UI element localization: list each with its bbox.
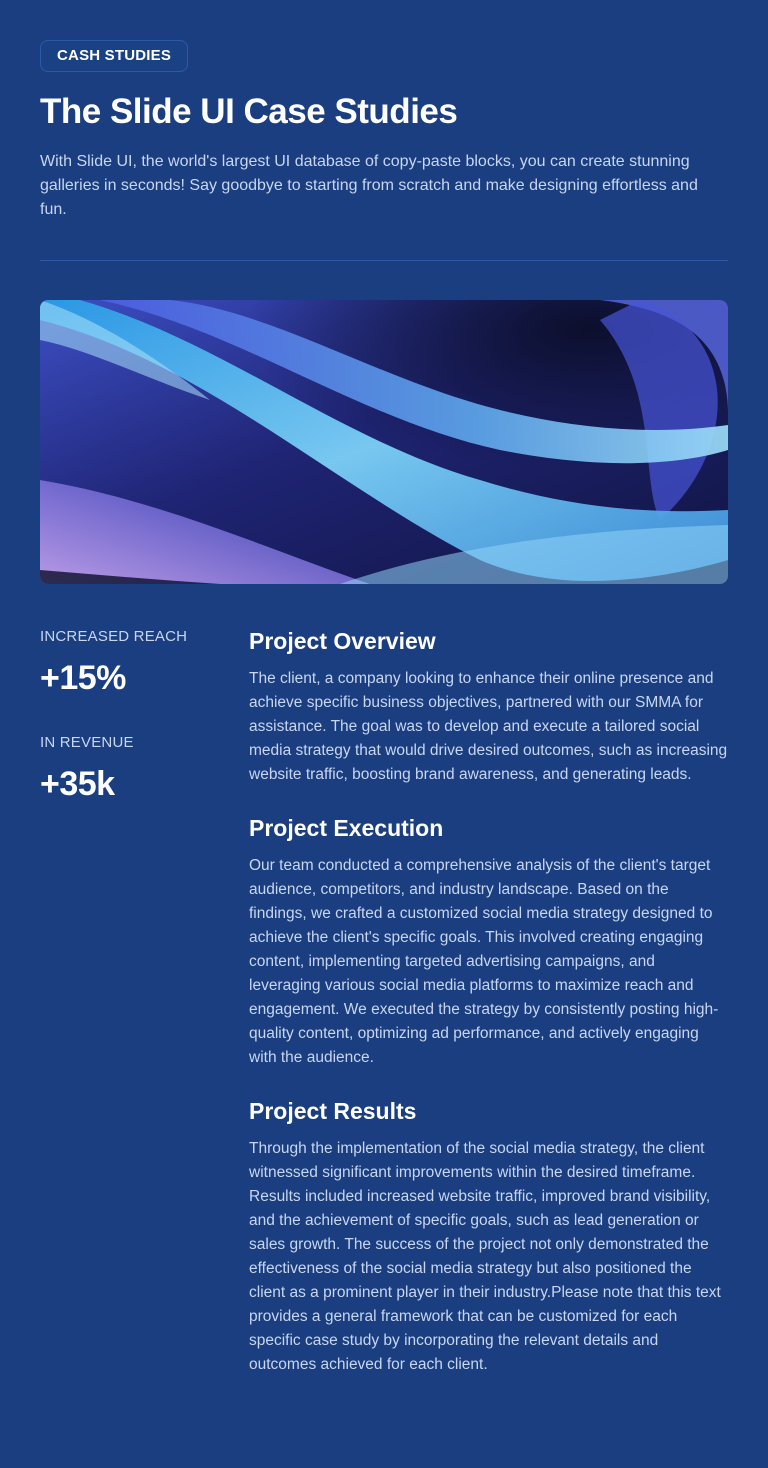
section-execution: Project Execution Our team conducted a c…	[249, 813, 728, 1070]
section-overview: Project Overview The client, a company l…	[249, 626, 728, 787]
section-title: Project Overview	[249, 628, 436, 654]
stat-revenue: IN REVENUE +35k	[40, 732, 249, 804]
section-body: Through the implementation of the social…	[249, 1140, 721, 1373]
page-title: The Slide UI Case Studies	[40, 92, 458, 131]
article-column: Project Overview The client, a company l…	[249, 626, 728, 1377]
section-body: Our team conducted a comprehensive analy…	[249, 857, 719, 1066]
stats-column: INCREASED REACH +15% IN REVENUE +35k	[40, 626, 249, 1377]
stat-label: IN REVENUE	[40, 734, 134, 751]
category-badge: CASH STUDIES	[40, 40, 189, 72]
section-results: Project Results Through the implementati…	[249, 1096, 728, 1377]
stat-reach: INCREASED REACH +15%	[40, 626, 249, 698]
case-study-page: CASH STUDIES The Slide UI Case Studies W…	[0, 0, 768, 1468]
section-body: The client, a company looking to enhance…	[249, 670, 728, 783]
case-study-content: INCREASED REACH +15% IN REVENUE +35k Pro…	[40, 626, 728, 1377]
page-subtitle: With Slide UI, the world's largest UI da…	[40, 153, 698, 218]
stat-value: +35k	[40, 765, 115, 803]
hero-image	[40, 300, 728, 584]
section-title: Project Execution	[249, 815, 444, 841]
section-title: Project Results	[249, 1098, 417, 1124]
section-divider	[40, 260, 728, 261]
stat-label: INCREASED REACH	[40, 628, 188, 645]
stat-value: +15%	[40, 659, 126, 697]
